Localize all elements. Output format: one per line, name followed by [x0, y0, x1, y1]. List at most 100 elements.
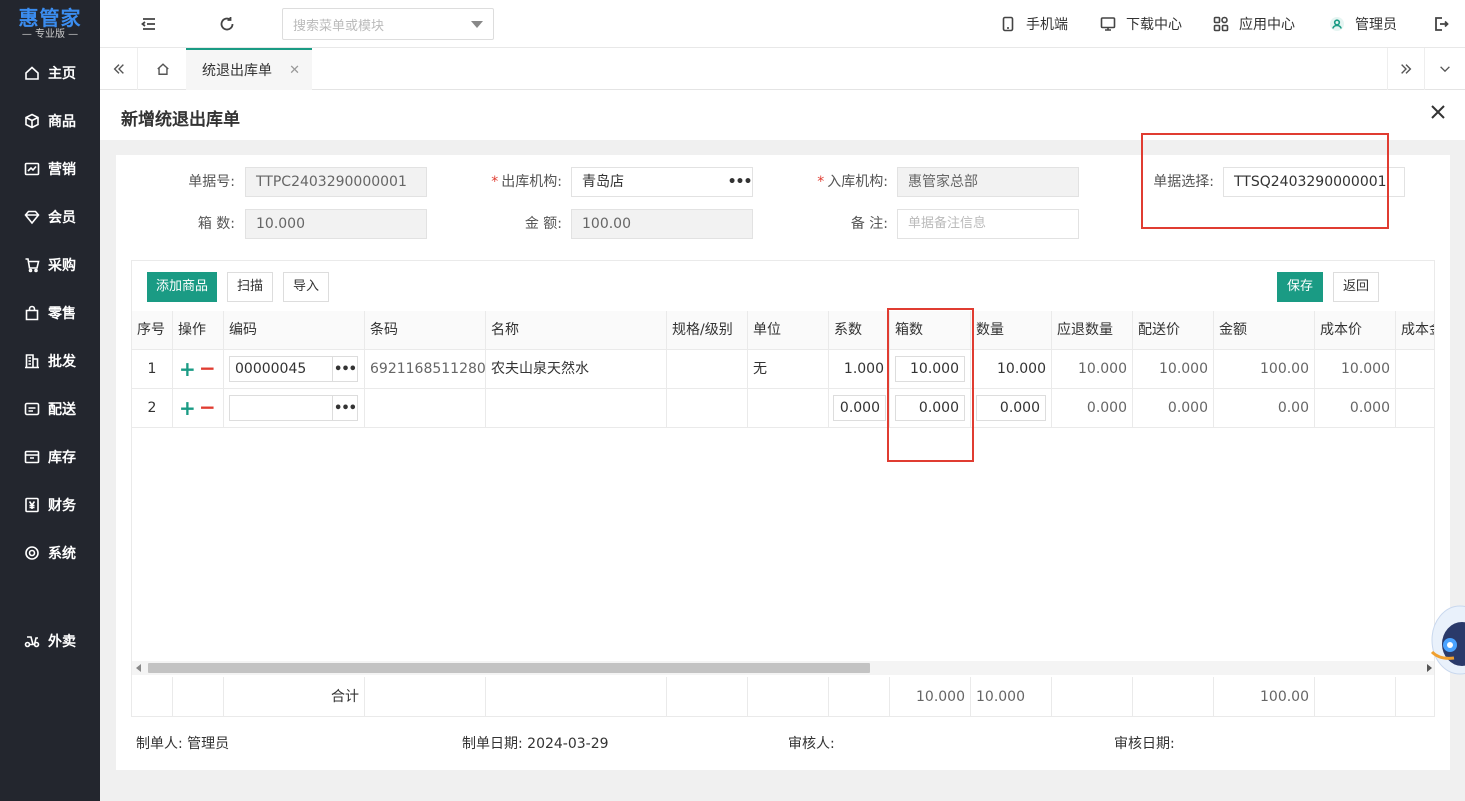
- truck-icon: [24, 401, 40, 417]
- created-date-value: 2024-03-29: [527, 736, 609, 752]
- col-header: 金额: [1214, 311, 1315, 350]
- col-header: 成本价: [1315, 311, 1396, 350]
- phone-icon: [1002, 16, 1014, 32]
- totals-row: 合计 10.000 10.000 100.00: [132, 677, 1434, 716]
- sidebar-item-inventory[interactable]: 库存: [0, 437, 100, 477]
- close-tab-icon[interactable]: ✕: [289, 63, 300, 78]
- sidebar-item-retail[interactable]: 零售: [0, 293, 100, 333]
- back-button[interactable]: 返回: [1333, 272, 1379, 302]
- logout-icon[interactable]: [1431, 14, 1451, 34]
- table-row: 1 + − 00000045 ••• 6921168511280 农夫山泉天然水…: [132, 350, 1434, 389]
- table-header-row: 序号 操作 编码 条码 名称 规格/级别 单位 系数 箱数 数量 应退数量 配送…: [132, 311, 1434, 350]
- created-date-info: 制单日期: 2024-03-29: [462, 734, 609, 754]
- cost-cell: 10.000: [1315, 350, 1396, 389]
- refresh-icon[interactable]: [217, 14, 237, 34]
- menu-search-select[interactable]: 搜索菜单或模块: [282, 8, 494, 40]
- row-actions: + −: [173, 389, 224, 428]
- sidebar-item-goods[interactable]: 商品: [0, 101, 100, 141]
- app-center-link[interactable]: 应用中心: [1213, 14, 1295, 34]
- top-header: 搜索菜单或模块 手机端 下载中心 应用中心 管理员: [100, 0, 1465, 48]
- sidebar-item-label: 主页: [48, 66, 76, 82]
- code-input[interactable]: [229, 395, 333, 421]
- amount-label: 金 额:: [524, 216, 562, 232]
- sidebar-item-takeout[interactable]: 外卖: [0, 621, 100, 661]
- scrollbar-thumb[interactable]: [148, 663, 870, 673]
- add-row-icon[interactable]: +: [179, 389, 196, 427]
- out-org-label-text: 出库机构:: [501, 174, 562, 190]
- boxes-input[interactable]: 0.000: [895, 395, 965, 421]
- sidebar-item-system[interactable]: 系统: [0, 533, 100, 573]
- col-header: 操作: [173, 311, 224, 350]
- sidebar-item-delivery[interactable]: 配送: [0, 389, 100, 429]
- out-org-field[interactable]: 青岛店: [571, 167, 728, 197]
- goods-table-area: 添加商品 扫描 导入 保存 返回 序号 操作 编码 条码 名称 规格/级别 单位…: [131, 260, 1435, 717]
- col-header: 单位: [748, 311, 829, 350]
- scroll-left-arrow-icon[interactable]: [136, 664, 141, 672]
- sidebar-item-wholesale[interactable]: 批发: [0, 341, 100, 381]
- tab-return-outbound[interactable]: 统退出库单 ✕: [186, 48, 312, 90]
- totals-qty: 10.000: [971, 677, 1052, 716]
- scooter-icon: [24, 633, 40, 649]
- sidebar-item-label: 商品: [48, 114, 76, 130]
- download-center-link[interactable]: 下载中心: [1100, 14, 1182, 34]
- add-goods-button[interactable]: 添加商品: [147, 272, 217, 302]
- logo-text: 惠管家: [18, 6, 82, 30]
- mobile-link[interactable]: 手机端: [1000, 14, 1068, 34]
- sidebar-item-label: 财务: [48, 498, 76, 514]
- row-actions: + −: [173, 350, 224, 389]
- out-org-label: * 出库机构:: [491, 174, 562, 190]
- col-header: 名称: [486, 311, 667, 350]
- coef-cell: 1.000: [829, 350, 890, 389]
- totals-cell: [173, 677, 224, 716]
- user-menu[interactable]: 管理员: [1329, 14, 1397, 34]
- doc-no-label: 单据号:: [188, 174, 235, 190]
- doc-select-field[interactable]: TTSQ2403290000001: [1223, 167, 1405, 197]
- code-cell: 00000045 •••: [224, 350, 365, 389]
- add-row-icon[interactable]: +: [179, 350, 196, 388]
- warehouse-icon: [24, 449, 40, 465]
- totals-cell: [486, 677, 667, 716]
- remark-input[interactable]: 单据备注信息: [897, 209, 1079, 239]
- menu-collapse-icon[interactable]: [139, 14, 159, 34]
- home-tab-icon[interactable]: [144, 48, 182, 90]
- sidebar: 惠管家 — 专业版 — 主页 商品 营销 会员 采购 零售 批发 配送 库存 财…: [0, 0, 100, 801]
- totals-cell: [667, 677, 748, 716]
- code-picker-button[interactable]: •••: [332, 356, 358, 382]
- in-org-field: 惠管家总部: [897, 167, 1079, 197]
- code-input[interactable]: 00000045: [229, 356, 333, 382]
- sidebar-item-finance[interactable]: 财务: [0, 485, 100, 525]
- remove-row-icon[interactable]: −: [199, 389, 216, 425]
- assistant-robot-icon[interactable]: [1428, 600, 1465, 680]
- qty-input[interactable]: 0.000: [976, 395, 1046, 421]
- out-org-picker-button[interactable]: •••: [727, 167, 753, 197]
- app-center-label: 应用中心: [1239, 17, 1295, 33]
- sidebar-item-home[interactable]: 主页: [0, 53, 100, 93]
- save-button[interactable]: 保存: [1277, 272, 1323, 302]
- user-name: 管理员: [1355, 17, 1397, 33]
- sidebar-item-marketing[interactable]: 营销: [0, 149, 100, 189]
- cost-amount-cell: [1396, 350, 1434, 389]
- yen-icon: [24, 497, 40, 513]
- tabs-more-chevron-icon[interactable]: [1426, 48, 1464, 90]
- tabs-scroll-right-icon[interactable]: [1387, 48, 1425, 90]
- user-avatar-icon: [1330, 17, 1344, 31]
- code-picker-button[interactable]: •••: [332, 395, 358, 421]
- scan-button[interactable]: 扫描: [227, 272, 273, 302]
- horizontal-scrollbar[interactable]: [132, 661, 1434, 675]
- in-org-label: * 入库机构:: [817, 174, 888, 190]
- sidebar-item-purchase[interactable]: 采购: [0, 245, 100, 285]
- code-cell: •••: [224, 389, 365, 428]
- coef-input[interactable]: 0.000: [833, 395, 886, 421]
- boxes-input[interactable]: 10.000: [895, 356, 965, 382]
- close-dialog-icon[interactable]: [1431, 105, 1449, 123]
- due-qty-cell: 10.000: [1052, 350, 1133, 389]
- tabs-scroll-left-icon[interactable]: [100, 48, 138, 90]
- sidebar-item-member[interactable]: 会员: [0, 197, 100, 237]
- import-button[interactable]: 导入: [283, 272, 329, 302]
- auditor-info: 审核人:: [788, 734, 835, 754]
- totals-cell: [1133, 677, 1214, 716]
- remove-row-icon[interactable]: −: [199, 350, 216, 386]
- qty-cell[interactable]: 10.000: [971, 350, 1052, 389]
- sidebar-item-label: 营销: [48, 162, 76, 178]
- search-placeholder: 搜索菜单或模块: [293, 18, 385, 34]
